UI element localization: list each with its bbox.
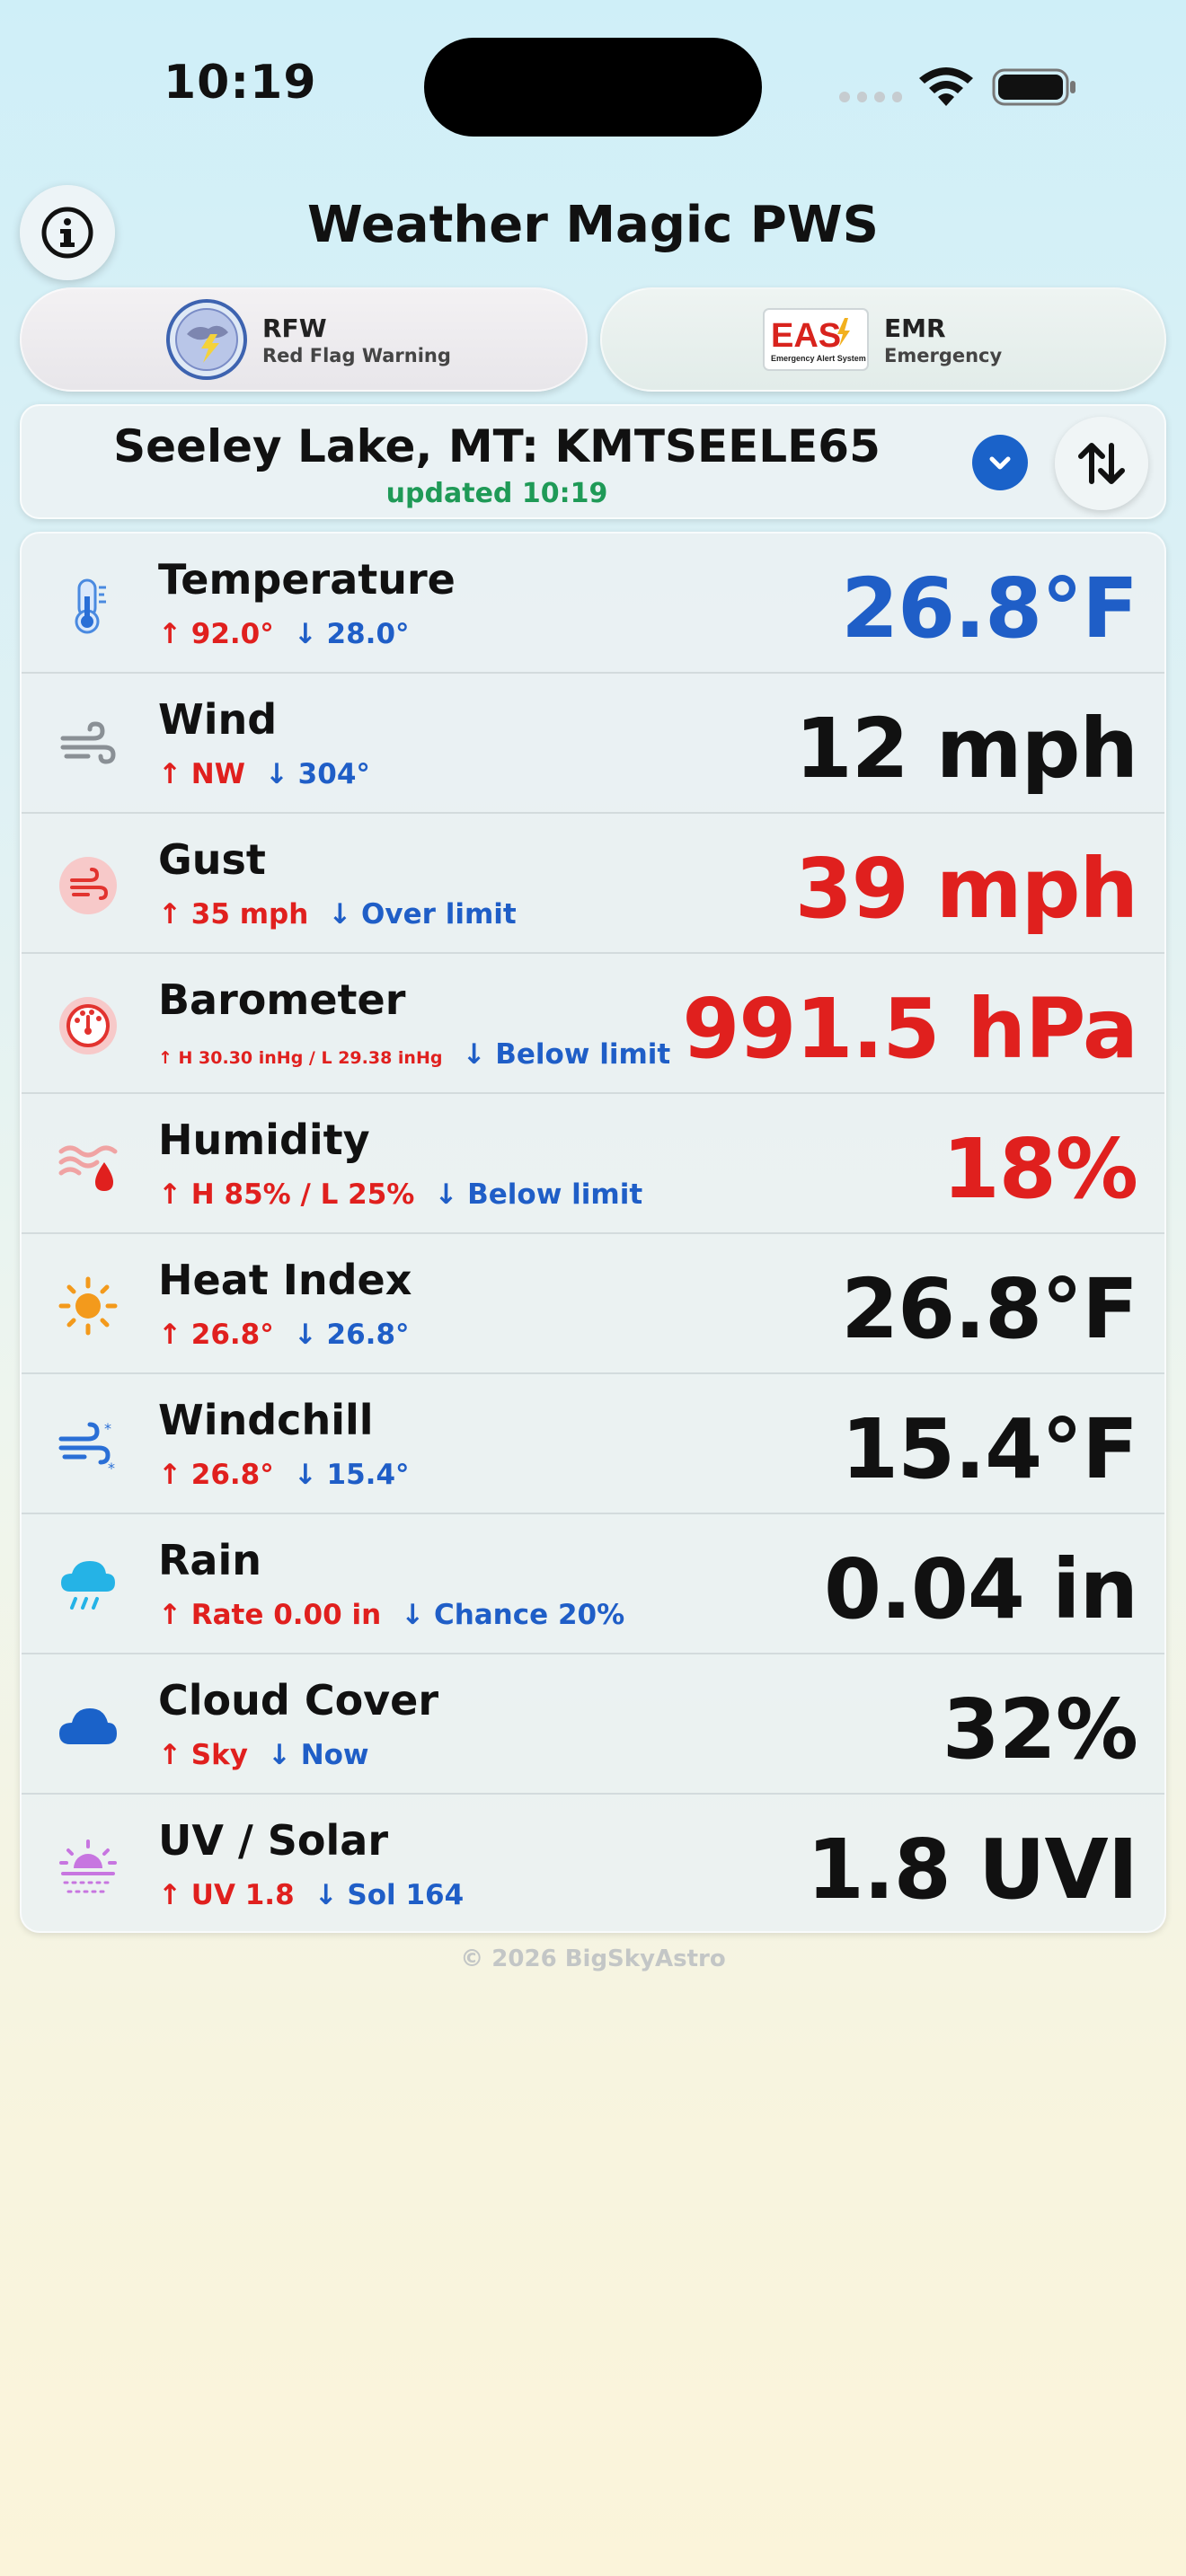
metric-hi-lo: ↑ 92.0° ↓ 28.0° <box>158 618 410 650</box>
cellular-signal-icon <box>839 92 902 104</box>
metric-value: 26.8°F <box>841 560 1138 657</box>
metric-high: ↑ 26.8° <box>158 1459 274 1491</box>
metric-low: ↓ Below limit <box>434 1178 643 1211</box>
metric-row-uv-solar[interactable]: UV / Solar ↑ UV 1.8 ↓ Sol 164 1.8 UVI <box>22 1795 1164 1931</box>
metric-value: 32% <box>942 1681 1138 1778</box>
metric-hi-lo: ↑ UV 1.8 ↓ Sol 164 <box>158 1879 464 1911</box>
metric-hi-lo: ↑ 26.8° ↓ 15.4° <box>158 1459 410 1491</box>
metric-hi-lo: ↑ Rate 0.00 in ↓ Chance 20% <box>158 1599 624 1631</box>
humidity-icon <box>58 1145 118 1191</box>
metric-label: Rain <box>158 1536 261 1584</box>
swap-up-down-icon <box>1078 443 1125 484</box>
metric-value: 39 mph <box>794 841 1138 937</box>
copyright-footer: © 2026 BigSkyAstro <box>460 1945 726 1972</box>
metric-label: Barometer <box>158 975 406 1024</box>
red-flag-warning-button[interactable]: RFW Red Flag Warning <box>20 287 588 392</box>
metric-high: ↑ 35 mph <box>158 898 309 931</box>
battery-icon <box>992 68 1075 106</box>
emr-description: Emergency <box>884 344 1003 366</box>
rfw-code: RFW <box>262 313 327 343</box>
metric-low: ↓ Sol 164 <box>314 1879 465 1911</box>
metric-hi-lo: ↑ Sky ↓ Now <box>158 1739 369 1771</box>
metric-value: 15.4°F <box>841 1401 1138 1497</box>
metric-value: 18% <box>942 1121 1138 1217</box>
metric-value: 0.04 in <box>823 1541 1138 1637</box>
dynamic-island <box>424 38 762 137</box>
chevron-down-icon <box>989 456 1011 470</box>
barometer-icon <box>59 997 117 1054</box>
sun-icon <box>58 1276 118 1336</box>
metric-low: ↓ Below limit <box>462 1038 671 1071</box>
svg-text:*: * <box>104 1420 111 1437</box>
metric-low: ↓ 28.0° <box>293 618 410 650</box>
metric-value: 1.8 UVI <box>806 1822 1138 1918</box>
metric-label: Temperature <box>158 555 456 604</box>
eas-logo-icon: EAS Emergency Alert System <box>763 308 869 371</box>
emergency-alert-button[interactable]: EAS Emergency Alert System EMR Emergency <box>600 287 1166 392</box>
metric-label: Cloud Cover <box>158 1676 439 1725</box>
thermometer-icon <box>75 578 106 634</box>
station-updated: updated 10:19 <box>385 478 608 509</box>
windchill-icon: * * <box>58 1420 115 1477</box>
metric-low: ↓ 304° <box>264 758 370 790</box>
metrics-card: Temperature ↑ 92.0° ↓ 28.0° 26.8°F Wind ↑… <box>20 532 1166 1933</box>
rfw-description: Red Flag Warning <box>262 344 451 366</box>
svg-text:Emergency Alert System: Emergency Alert System <box>771 354 866 363</box>
metric-label: Gust <box>158 835 266 884</box>
metric-value: 26.8°F <box>841 1261 1138 1357</box>
status-time: 10:19 <box>164 56 317 110</box>
metric-row-gust[interactable]: Gust ↑ 35 mph ↓ Over limit 39 mph <box>22 814 1164 954</box>
metric-row-windchill[interactable]: * * Windchill ↑ 26.8° ↓ 15.4° 15.4°F <box>22 1374 1164 1514</box>
svg-text:*: * <box>108 1460 115 1477</box>
sunrise-uv-icon <box>59 1839 117 1893</box>
metric-high: ↑ NW <box>158 758 245 790</box>
svg-text:EAS: EAS <box>771 317 841 355</box>
metric-label: Humidity <box>158 1116 370 1164</box>
cloud-icon <box>59 1708 117 1744</box>
gust-icon <box>59 857 117 914</box>
metric-high: ↑ Sky <box>158 1739 248 1771</box>
metric-low: ↓ Chance 20% <box>401 1599 625 1631</box>
metric-value: 991.5 hPa <box>682 981 1138 1077</box>
station-dropdown-button[interactable] <box>972 435 1028 490</box>
metric-row-barometer[interactable]: Barometer ↑ H 30.30 inHg / L 29.38 inHg ↓… <box>22 954 1164 1094</box>
metric-high: ↑ H 85% / L 25% <box>158 1178 415 1211</box>
wind-icon <box>60 721 116 764</box>
metric-row-rain[interactable]: Rain ↑ Rate 0.00 in ↓ Chance 20% 0.04 in <box>22 1514 1164 1654</box>
station-card: Seeley Lake, MT: KMTSEELE65 updated 10:1… <box>20 404 1166 519</box>
metric-row-temperature[interactable]: Temperature ↑ 92.0° ↓ 28.0° 26.8°F <box>22 534 1164 674</box>
metric-high: ↑ UV 1.8 <box>158 1879 295 1911</box>
metric-label: UV / Solar <box>158 1816 389 1865</box>
metric-high: ↑ Rate 0.00 in <box>158 1599 382 1631</box>
metric-row-wind[interactable]: Wind ↑ NW ↓ 304° 12 mph <box>22 674 1164 814</box>
metric-high: ↑ 26.8° <box>158 1319 274 1351</box>
rain-cloud-icon <box>61 1561 115 1610</box>
reorder-button[interactable] <box>1055 417 1148 510</box>
metric-label: Windchill <box>158 1396 374 1444</box>
metric-hi-lo: ↑ H 85% / L 25% ↓ Below limit <box>158 1178 642 1211</box>
metric-row-heat-index[interactable]: Heat Index ↑ 26.8° ↓ 26.8° 26.8°F <box>22 1234 1164 1374</box>
metric-low: ↓ 26.8° <box>293 1319 410 1351</box>
metric-label: Wind <box>158 695 278 744</box>
wifi-icon <box>919 67 973 106</box>
metric-label: Heat Index <box>158 1256 412 1304</box>
metric-hi-lo: ↑ 26.8° ↓ 26.8° <box>158 1319 410 1351</box>
app-title: Weather Magic PWS <box>307 196 879 254</box>
metric-hi-lo: ↑ NW ↓ 304° <box>158 758 370 790</box>
metric-hi-lo: ↑ H 30.30 inHg / L 29.38 inHg ↓ Below lim… <box>158 1038 670 1071</box>
metric-row-cloud-cover[interactable]: Cloud Cover ↑ Sky ↓ Now 32% <box>22 1654 1164 1795</box>
metric-value: 12 mph <box>794 701 1138 797</box>
metric-low: ↓ Now <box>267 1739 369 1771</box>
station-name: Seeley Lake, MT: KMTSEELE65 <box>113 420 881 472</box>
metric-low: ↓ Over limit <box>328 898 517 931</box>
metric-row-humidity[interactable]: Humidity ↑ H 85% / L 25% ↓ Below limit 18… <box>22 1094 1164 1234</box>
red-flag-warning-logo-icon <box>166 299 247 380</box>
metric-high: ↑ H 30.30 inHg / L 29.38 inHg <box>158 1048 443 1068</box>
metric-low: ↓ 15.4° <box>293 1459 410 1491</box>
status-bar: 10:19 <box>0 0 1186 180</box>
emr-code: EMR <box>884 313 946 343</box>
metric-hi-lo: ↑ 35 mph ↓ Over limit <box>158 898 517 931</box>
metric-high: ↑ 92.0° <box>158 618 274 650</box>
